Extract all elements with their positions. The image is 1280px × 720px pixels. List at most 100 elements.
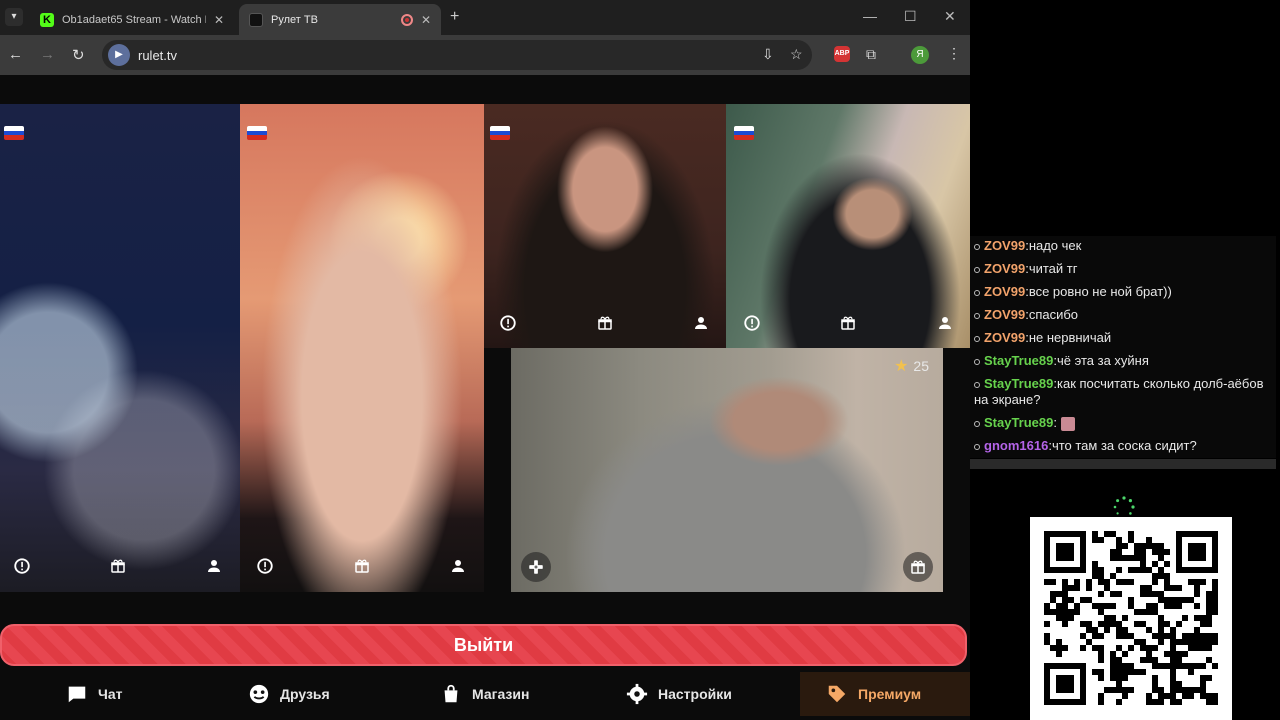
close-window-button[interactable]: ✕ bbox=[944, 8, 956, 25]
chat-overlay: ZOV99:надо чек ZOV99:читай тг ZOV99:все … bbox=[970, 236, 1276, 458]
game-button[interactable] bbox=[521, 552, 551, 582]
chat-text: чё эта за хуйня bbox=[1057, 353, 1149, 368]
gift-button[interactable] bbox=[903, 552, 933, 582]
chat-username: ZOV99 bbox=[984, 261, 1026, 276]
maximize-button[interactable]: ☐ bbox=[904, 8, 917, 25]
video-tile-4 bbox=[726, 104, 970, 348]
video-tile-1 bbox=[0, 104, 240, 592]
qr-code-image bbox=[1044, 531, 1218, 705]
badge-icon bbox=[974, 358, 980, 365]
chat-username: ZOV99 bbox=[984, 307, 1026, 322]
browser-window: ▾ K Ob1adaet65 Stream - Watch Live ✕ Рул… bbox=[0, 0, 970, 720]
close-icon[interactable]: ✕ bbox=[214, 13, 224, 27]
tab-title: Рулет ТВ bbox=[271, 13, 318, 26]
profile-button[interactable] bbox=[443, 551, 473, 581]
chat-username: ZOV99 bbox=[984, 238, 1026, 253]
nav-label: Друзья bbox=[280, 686, 330, 702]
gift-button[interactable] bbox=[347, 551, 377, 581]
premium-icon bbox=[828, 685, 846, 703]
gift-button[interactable] bbox=[833, 308, 863, 338]
chat-scrollbar[interactable] bbox=[970, 459, 1276, 469]
profile-button[interactable] bbox=[686, 308, 716, 338]
user-icon bbox=[939, 317, 951, 329]
nav-settings[interactable]: Настройки bbox=[626, 672, 732, 716]
russia-flag-icon bbox=[247, 126, 267, 140]
chat-message: ZOV99:все ровно не ной брат)) bbox=[974, 284, 1272, 300]
report-button[interactable] bbox=[250, 551, 280, 581]
forward-button[interactable]: → bbox=[40, 46, 55, 63]
gift-button[interactable] bbox=[103, 551, 133, 581]
chat-username: StayTrue89 bbox=[984, 376, 1054, 391]
video-tile-2 bbox=[240, 104, 484, 592]
gift-icon bbox=[355, 559, 369, 573]
gift-button[interactable] bbox=[590, 308, 620, 338]
emote-icon bbox=[1060, 416, 1075, 431]
warning-icon bbox=[744, 315, 760, 331]
badge-icon bbox=[974, 266, 980, 273]
url-field[interactable]: ▶ rulet.tv ⇩ ☆ bbox=[102, 40, 812, 70]
minimize-button[interactable]: — bbox=[863, 8, 877, 24]
chat-message: ZOV99:читай тг bbox=[974, 261, 1272, 277]
report-button[interactable] bbox=[737, 308, 767, 338]
exit-button[interactable]: Выйти bbox=[0, 624, 967, 666]
loading-spinner-icon bbox=[1113, 496, 1135, 515]
recording-icon bbox=[400, 13, 413, 26]
chat-username: ZOV99 bbox=[984, 284, 1026, 299]
nav-shop[interactable]: Магазин bbox=[440, 672, 529, 716]
chat-text: не нервничай bbox=[1028, 330, 1112, 345]
gift-icon bbox=[911, 560, 925, 574]
badge-icon bbox=[974, 420, 980, 427]
chat-message: StayTrue89:как посчитать сколько долб-аё… bbox=[974, 376, 1264, 407]
tab-search-button[interactable]: ▾ bbox=[5, 8, 23, 26]
report-button[interactable] bbox=[493, 308, 523, 338]
gift-icon bbox=[111, 559, 125, 573]
adblock-icon[interactable]: ABP bbox=[834, 46, 850, 62]
report-button[interactable] bbox=[7, 551, 37, 581]
nav-premium[interactable]: Премиум bbox=[826, 672, 921, 716]
settings-icon bbox=[626, 683, 648, 705]
profile-button[interactable] bbox=[199, 551, 229, 581]
chat-text: все ровно не ной брат)) bbox=[1028, 284, 1172, 299]
reload-button[interactable]: ↻ bbox=[72, 46, 85, 64]
video-tile-3 bbox=[484, 104, 726, 348]
menu-icon[interactable]: ⋮ bbox=[947, 45, 961, 62]
russia-flag-icon bbox=[4, 126, 24, 140]
badge-icon bbox=[974, 289, 980, 296]
gift-icon bbox=[841, 316, 855, 330]
chat-username: StayTrue89 bbox=[984, 353, 1054, 368]
chat-username: StayTrue89 bbox=[984, 415, 1054, 430]
rating-value: 25 bbox=[913, 358, 929, 374]
chat-message: ZOV99:спасибо bbox=[974, 307, 1272, 323]
tab-kick-stream[interactable]: K Ob1adaet65 Stream - Watch Live ✕ bbox=[30, 4, 234, 35]
chat-username: ZOV99 bbox=[984, 330, 1026, 345]
extensions-icon[interactable]: ⧉ bbox=[866, 46, 876, 63]
chat-text: что там за соска сидит? bbox=[1051, 438, 1197, 453]
profile-button[interactable] bbox=[930, 308, 960, 338]
warning-icon bbox=[257, 558, 273, 574]
warning-icon bbox=[500, 315, 516, 331]
nav-label: Премиум bbox=[858, 686, 922, 702]
badge-icon bbox=[974, 312, 980, 319]
user-icon bbox=[695, 317, 707, 329]
chat-message: ZOV99:надо чек bbox=[974, 238, 1272, 254]
star-icon: ★ bbox=[894, 358, 909, 375]
close-icon[interactable]: ✕ bbox=[421, 13, 431, 27]
nav-label: Магазин bbox=[472, 686, 530, 702]
chat-message: gnom1616:что там за соска сидит? bbox=[974, 438, 1272, 454]
rating-badge: ★ 25 bbox=[894, 356, 929, 376]
gift-icon bbox=[598, 316, 612, 330]
back-button[interactable]: ← bbox=[8, 46, 23, 63]
new-tab-button[interactable]: + bbox=[450, 8, 459, 26]
user-icon bbox=[208, 560, 220, 572]
profile-avatar[interactable]: Я bbox=[911, 46, 929, 64]
nav-chat[interactable]: Чат bbox=[66, 672, 122, 716]
tab-rulet[interactable]: Рулет ТВ ✕ bbox=[239, 4, 441, 35]
chat-message: StayTrue89: bbox=[974, 415, 1272, 431]
russia-flag-icon bbox=[490, 126, 510, 140]
bookmark-star-icon[interactable]: ☆ bbox=[790, 46, 803, 63]
install-icon[interactable]: ⇩ bbox=[762, 46, 774, 63]
nav-friends[interactable]: Друзья bbox=[248, 672, 330, 716]
gamepad-icon bbox=[529, 560, 543, 574]
badge-icon bbox=[974, 381, 980, 388]
qr-code bbox=[1030, 517, 1232, 720]
